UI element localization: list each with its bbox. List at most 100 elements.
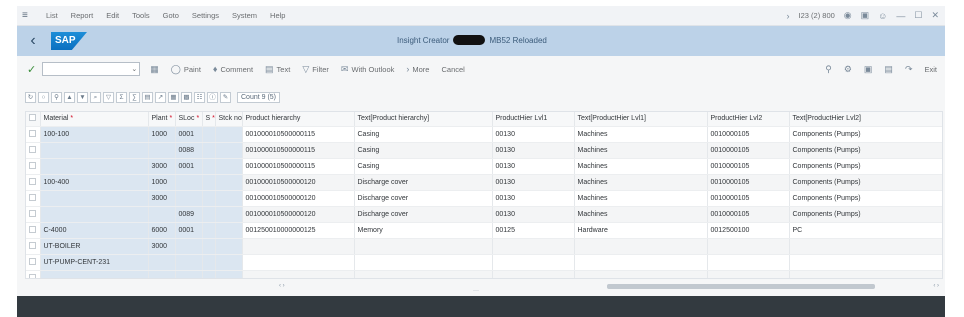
row-select-checkbox[interactable] (26, 206, 41, 223)
paint-button[interactable]: ◯ Paint (171, 64, 201, 75)
table-cell[interactable]: 0010000105 (707, 126, 790, 143)
table-cell[interactable] (148, 270, 176, 278)
column-header-material[interactable]: Material * (40, 112, 149, 127)
views-icon[interactable]: ☷ (194, 91, 205, 103)
command-field[interactable]: ⌄ (42, 62, 141, 76)
table-cell[interactable]: Machines (574, 126, 708, 143)
print-preview-icon[interactable]: ▤ (142, 91, 153, 103)
edit-icon[interactable]: ✎ (220, 91, 231, 103)
table-cell[interactable]: Components (Pumps) (789, 174, 942, 191)
table-cell[interactable] (242, 238, 355, 255)
table-cell[interactable] (492, 270, 575, 278)
menu-item-list[interactable]: List (46, 11, 58, 20)
table-cell[interactable] (492, 254, 575, 271)
refresh-icon[interactable]: ↻ (25, 91, 36, 103)
table-cell[interactable] (175, 238, 203, 255)
details-icon[interactable]: ○ (38, 91, 49, 103)
column-header-s[interactable]: S * (202, 112, 216, 127)
table-row[interactable]: 100-400 1000 001000010500000120 Discharge c… (26, 174, 942, 191)
find-next-icon[interactable]: ⌕ (90, 91, 101, 103)
table-cell[interactable]: 1000 (148, 126, 176, 143)
table-cell[interactable]: 001250010000000125 (242, 222, 355, 239)
table-cell[interactable] (215, 270, 243, 278)
column-header-plant[interactable]: Plant * (148, 112, 176, 127)
table-cell[interactable]: Discharge cover (354, 190, 493, 207)
table-cell[interactable] (354, 254, 493, 271)
table-cell[interactable]: 3000 (148, 238, 176, 255)
search-icon[interactable]: ⚲ (825, 64, 832, 75)
table-cell[interactable]: Machines (574, 142, 708, 159)
table-cell[interactable] (202, 206, 216, 223)
table-cell[interactable] (215, 190, 243, 207)
row-select-checkbox[interactable] (26, 174, 41, 191)
user-icon[interactable]: ☺ (878, 11, 887, 21)
table-cell[interactable]: Components (Pumps) (789, 190, 942, 207)
table-cell[interactable] (148, 206, 176, 223)
system-status-icon[interactable]: ◉ (844, 10, 852, 21)
table-cell[interactable]: 001000010500000115 (242, 142, 355, 159)
table-cell[interactable] (574, 270, 708, 278)
menu-item-settings[interactable]: Settings (192, 11, 219, 20)
table-cell[interactable] (148, 142, 176, 159)
table-cell[interactable] (215, 254, 243, 271)
table-cell[interactable]: Casing (354, 158, 493, 175)
table-cell[interactable] (574, 254, 708, 271)
cancel-button[interactable]: Cancel (441, 65, 464, 74)
column-header-text-producthier-lvl2[interactable]: Text[ProductHier Lvl2] (789, 112, 942, 127)
table-cell[interactable]: Components (Pumps) (789, 142, 942, 159)
checkmark-icon[interactable]: ✓ (27, 63, 36, 76)
column-header-text-producthier-lvl1[interactable]: Text[ProductHier Lvl1] (574, 112, 708, 127)
table-cell[interactable]: Machines (574, 206, 708, 223)
table-cell[interactable] (242, 254, 355, 271)
table-cell[interactable]: 00130 (492, 142, 575, 159)
table-cell[interactable]: 001000010500000120 (242, 190, 355, 207)
table-cell[interactable]: 00125 (492, 222, 575, 239)
row-select-checkbox[interactable] (26, 238, 41, 255)
table-cell[interactable]: UT-PUMP-CENT-231 (40, 254, 149, 271)
comment-button[interactable]: ♦ Comment (213, 64, 253, 74)
table-cell[interactable] (202, 174, 216, 191)
menu-item-goto[interactable]: Goto (163, 11, 179, 20)
column-header-sloc[interactable]: SLoc * (175, 112, 203, 127)
export-icon[interactable]: ↗ (155, 91, 166, 103)
column-header-producthier-lvl2[interactable]: ProductHier Lvl2 (707, 112, 790, 127)
table-cell[interactable] (492, 238, 575, 255)
table-row[interactable]: 3000 0001 001000010500000115 Casing 00130 Mac… (26, 158, 942, 175)
table-cell[interactable] (175, 254, 203, 271)
table-cell[interactable]: Components (Pumps) (789, 158, 942, 175)
table-cell[interactable] (40, 206, 149, 223)
sum-icon[interactable]: Σ (116, 91, 127, 103)
table-cell[interactable] (215, 222, 243, 239)
table-cell[interactable]: 0001 (175, 158, 203, 175)
table-cell[interactable]: Machines (574, 190, 708, 207)
table-cell[interactable] (215, 142, 243, 159)
table-cell[interactable]: 00130 (492, 158, 575, 175)
graphic-icon[interactable]: ▩ (181, 91, 192, 103)
table-cell[interactable] (789, 270, 942, 278)
table-cell[interactable] (202, 254, 216, 271)
column-header-producthier-lvl1[interactable]: ProductHier Lvl1 (492, 112, 575, 127)
chevron-right-icon[interactable]: › (787, 11, 790, 21)
print-icon[interactable]: ▤ (884, 64, 893, 75)
scroll-right-icon[interactable]: ‹ › (933, 283, 939, 289)
table-cell[interactable]: 001000010500000115 (242, 126, 355, 143)
row-select-checkbox[interactable] (26, 222, 41, 239)
table-cell[interactable]: 0010000105 (707, 174, 790, 191)
table-cell[interactable] (202, 142, 216, 159)
table-cell[interactable] (354, 238, 493, 255)
table-cell[interactable]: 0001 (175, 222, 203, 239)
table-row[interactable]: UT-BOILER 3000 (26, 238, 942, 255)
table-cell[interactable] (574, 238, 708, 255)
table-cell[interactable] (215, 238, 243, 255)
table-cell[interactable]: 001000010500000120 (242, 206, 355, 223)
table-cell[interactable]: 0010000105 (707, 190, 790, 207)
find-icon[interactable]: ⚲ (51, 91, 62, 103)
maximize-icon[interactable]: ☐ (914, 10, 922, 21)
table-cell[interactable] (707, 238, 790, 255)
table-cell[interactable]: 00130 (492, 206, 575, 223)
more-button[interactable]: › More (406, 64, 429, 74)
table-row[interactable]: C-4000 6000 0001 001250010000000125 Memory 00… (26, 222, 942, 239)
table-cell[interactable] (40, 142, 149, 159)
row-select-checkbox[interactable] (26, 270, 41, 278)
table-row[interactable]: 100-100 1000 0001 001000010500000115 Casing 0… (26, 126, 942, 143)
